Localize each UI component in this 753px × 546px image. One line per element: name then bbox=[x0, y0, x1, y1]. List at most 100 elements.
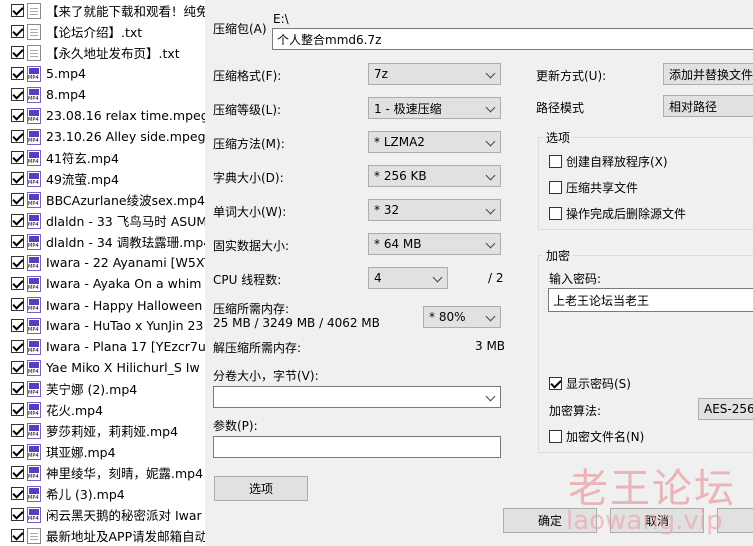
pathmode-label: 路径模式 bbox=[536, 101, 585, 115]
show-password-box bbox=[549, 377, 562, 390]
video-file-icon bbox=[27, 443, 41, 460]
video-file-icon bbox=[27, 485, 41, 502]
method-label: 压缩方法(M): bbox=[213, 137, 285, 151]
file-row[interactable]: Iwara - Ayaka On a whim [ bbox=[0, 273, 205, 294]
file-row[interactable]: 琪亚娜.mp4 bbox=[0, 441, 205, 462]
file-row[interactable]: 最新地址及APP请发邮箱自动 bbox=[0, 525, 205, 546]
file-checkbox[interactable] bbox=[11, 151, 24, 164]
file-checkbox[interactable] bbox=[11, 235, 24, 248]
file-checkbox[interactable] bbox=[11, 298, 24, 311]
file-checkbox[interactable] bbox=[11, 214, 24, 227]
shared-box bbox=[549, 181, 562, 194]
file-row[interactable]: 8.mp4 bbox=[0, 84, 205, 105]
file-checkbox[interactable] bbox=[11, 529, 24, 542]
file-checkbox[interactable] bbox=[11, 487, 24, 500]
encrypt-names-checkbox[interactable]: 加密文件名(N) bbox=[549, 428, 644, 445]
file-checkbox[interactable] bbox=[11, 88, 24, 101]
mem-decompress-label: 解压缩所需内存: bbox=[213, 341, 302, 355]
show-password-checkbox[interactable]: 显示密码(S) bbox=[549, 375, 631, 392]
dict-value: * 256 KB bbox=[374, 169, 427, 183]
method-select[interactable]: * LZMA2 bbox=[368, 131, 501, 153]
mem-decompress-value: 3 MB bbox=[475, 339, 506, 353]
update-value: 添加并替换文件 bbox=[669, 67, 753, 82]
archive-name-input[interactable]: 个人整合mmd6.7z bbox=[272, 28, 753, 50]
word-select[interactable]: * 32 bbox=[368, 199, 501, 221]
format-select[interactable]: 7z bbox=[368, 63, 501, 85]
file-row[interactable]: 5.mp4 bbox=[0, 63, 205, 84]
file-checkbox[interactable] bbox=[11, 256, 24, 269]
file-row[interactable]: 芙宁娜 (2).mp4 bbox=[0, 378, 205, 399]
file-checkbox[interactable] bbox=[11, 361, 24, 374]
file-row[interactable]: 希儿 (3).mp4 bbox=[0, 483, 205, 504]
file-list[interactable]: 【来了就能下载和观看！纯免【论坛介绍】.txt 【永久地址发布页】.txt 5.mp… bbox=[0, 0, 205, 546]
file-checkbox[interactable] bbox=[11, 172, 24, 185]
file-row[interactable]: 41符玄.mp4 bbox=[0, 147, 205, 168]
split-select[interactable] bbox=[213, 386, 501, 408]
file-row[interactable]: 【永久地址发布页】.txt bbox=[0, 42, 205, 63]
delete-checkbox[interactable]: 操作完成后删除源文件 bbox=[549, 205, 686, 222]
file-checkbox[interactable] bbox=[11, 508, 24, 521]
encrypt-names-label: 加密文件名(N) bbox=[566, 430, 645, 444]
file-checkbox[interactable] bbox=[11, 424, 24, 437]
file-row[interactable]: dlaldn - 34 调教珐露珊.mp4 bbox=[0, 231, 205, 252]
file-name: 23.08.16 relax time.mpeg4. bbox=[46, 108, 205, 123]
file-checkbox[interactable] bbox=[11, 25, 24, 38]
file-row[interactable]: 【来了就能下载和观看！纯免 bbox=[0, 0, 205, 21]
file-checkbox[interactable] bbox=[11, 445, 24, 458]
file-name: 49流萤.mp4 bbox=[46, 172, 119, 187]
level-value: 1 - 极速压缩 bbox=[374, 101, 442, 116]
chevron-down-icon bbox=[485, 204, 496, 215]
password-input[interactable]: 上老王论坛当老王 bbox=[548, 288, 753, 312]
password-value: 上老王论坛当老王 bbox=[553, 293, 650, 308]
delete-box bbox=[549, 207, 562, 220]
text-file-icon bbox=[27, 44, 41, 61]
threads-select[interactable]: 4 bbox=[368, 267, 448, 289]
file-name: 5.mp4 bbox=[46, 66, 86, 81]
file-checkbox[interactable] bbox=[11, 403, 24, 416]
sfx-checkbox[interactable]: 创建自释放程序(X) bbox=[549, 153, 668, 170]
algo-select[interactable]: AES-256 bbox=[698, 398, 753, 420]
file-checkbox[interactable] bbox=[11, 46, 24, 59]
file-row[interactable]: 49流萤.mp4 bbox=[0, 168, 205, 189]
dict-select[interactable]: * 256 KB bbox=[368, 165, 501, 187]
file-row[interactable]: Iwara - Plana 17 [YEzcr7ua bbox=[0, 336, 205, 357]
file-row[interactable]: 【论坛介绍】.txt bbox=[0, 21, 205, 42]
file-row[interactable]: BBCAzurlane绫波sex.mp4 bbox=[0, 189, 205, 210]
file-row[interactable]: 23.08.16 relax time.mpeg4. bbox=[0, 105, 205, 126]
shared-checkbox[interactable]: 压缩共享文件 bbox=[549, 179, 638, 196]
method-value: * LZMA2 bbox=[374, 135, 425, 149]
file-checkbox[interactable] bbox=[11, 340, 24, 353]
file-row[interactable]: 花火.mp4 bbox=[0, 399, 205, 420]
file-row[interactable]: Iwara - HuTao x YunJin 23 bbox=[0, 315, 205, 336]
pathmode-select[interactable]: 相对路径 bbox=[663, 95, 753, 117]
options-button[interactable]: 选项 bbox=[214, 476, 308, 501]
solid-select[interactable]: * 64 MB bbox=[368, 233, 501, 255]
mem-compress-detail: 25 MB / 3249 MB / 4062 MB bbox=[213, 316, 380, 330]
archive-path: E:\ bbox=[273, 12, 289, 26]
file-checkbox[interactable] bbox=[11, 193, 24, 206]
file-checkbox[interactable] bbox=[11, 67, 24, 80]
file-checkbox[interactable] bbox=[11, 109, 24, 122]
file-checkbox[interactable] bbox=[11, 277, 24, 290]
file-row[interactable]: 闲云黑天鹅的秘密派对 Iwar bbox=[0, 504, 205, 525]
file-checkbox[interactable] bbox=[11, 466, 24, 479]
word-label: 单词大小(W): bbox=[213, 205, 287, 219]
file-row[interactable]: Yae Miko X Hilichurl_S Iw bbox=[0, 357, 205, 378]
file-checkbox[interactable] bbox=[11, 4, 24, 17]
file-checkbox[interactable] bbox=[11, 382, 24, 395]
chevron-down-icon bbox=[485, 136, 496, 147]
file-row[interactable]: dlaldn - 33 飞鸟马时 ASUM bbox=[0, 210, 205, 231]
chevron-down-icon bbox=[485, 68, 496, 79]
file-checkbox[interactable] bbox=[11, 319, 24, 332]
video-file-icon bbox=[27, 170, 41, 187]
file-row[interactable]: 萝莎莉娅，莉莉娅.mp4 bbox=[0, 420, 205, 441]
update-select[interactable]: 添加并替换文件 bbox=[663, 63, 753, 85]
params-input[interactable] bbox=[213, 436, 501, 458]
file-row[interactable]: Iwara - Happy Halloween 珐 bbox=[0, 294, 205, 315]
file-row[interactable]: 23.10.26 Alley side.mpeg4. bbox=[0, 126, 205, 147]
level-select[interactable]: 1 - 极速压缩 bbox=[368, 97, 501, 119]
file-checkbox[interactable] bbox=[11, 130, 24, 143]
mem-percent-select[interactable]: * 80% bbox=[423, 306, 501, 328]
file-row[interactable]: 神里绫华，刻晴，妮露.mp4 bbox=[0, 462, 205, 483]
file-row[interactable]: Iwara - 22 Ayanami [W5XT bbox=[0, 252, 205, 273]
